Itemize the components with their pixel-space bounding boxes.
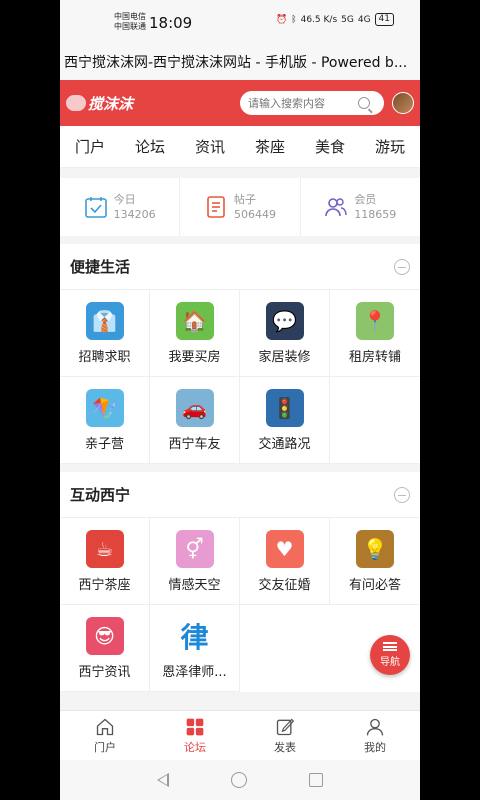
left-letterbox: [0, 0, 60, 800]
grid-item-dating[interactable]: ♥ 交友征婚: [240, 518, 330, 605]
stat-today: 今日 134206: [60, 178, 181, 236]
site-header: 搅沫沫: [60, 80, 420, 126]
stat-members: 会员 118659: [301, 178, 420, 236]
back-icon[interactable]: [157, 773, 169, 787]
car-icon: 🚗: [175, 388, 214, 427]
tabbar-mine[interactable]: 我的: [330, 711, 420, 760]
section-header: 便捷生活: [60, 244, 420, 290]
page-title: 西宁搅沫沫网-西宁搅沫沫网站 - 手机版 - Powered b...: [60, 40, 420, 80]
tab-news[interactable]: 资讯: [195, 136, 225, 157]
network-speed: 46.5 K/s: [300, 14, 338, 25]
grid-item-rent[interactable]: 📍 租房转铺: [330, 290, 420, 377]
recent-apps-icon[interactable]: [309, 773, 323, 787]
bluetooth-icon: ᛒ: [291, 14, 297, 25]
stats-bar: 今日 134206 帖子 506449 会员 118659: [60, 178, 420, 236]
stat-posts: 帖子 506449: [180, 178, 301, 236]
clock: 18:09: [149, 14, 193, 32]
users-icon: [325, 198, 348, 217]
section-interactive-xining: 互动西宁 ☕ 西宁茶座 ⚥ 情感天空 ♥ 交友征婚 💡 有问必答 😎 西宁资讯 …: [60, 472, 420, 692]
grid-item-emotion[interactable]: ⚥ 情感天空: [150, 518, 240, 605]
status-bar: 中国电信 中国联通 18:09 ⏰ ᛒ 46.5 K/s 5G 4G 41: [60, 0, 420, 40]
tabbar-post[interactable]: 发表: [240, 711, 330, 760]
home-button-icon[interactable]: [231, 772, 247, 788]
grid-empty-cell: [330, 377, 420, 464]
signal-icon: 5G: [341, 14, 354, 25]
phone-screen: 中国电信 中国联通 18:09 ⏰ ᛒ 46.5 K/s 5G 4G 41 西宁…: [60, 0, 420, 800]
grid-item-parenting[interactable]: 🪁 亲子营: [60, 377, 150, 464]
house-icon: 🏠: [175, 301, 214, 340]
gender-icon: ⚥: [175, 529, 214, 568]
floating-nav-button[interactable]: 导航: [370, 635, 410, 675]
collapse-icon[interactable]: [394, 258, 410, 275]
section-title: 互动西宁: [70, 486, 131, 504]
grid-item-teahouse[interactable]: ☕ 西宁茶座: [60, 518, 150, 605]
grid-item-car[interactable]: 🚗 西宁车友: [150, 377, 240, 464]
tabbar-portal[interactable]: 门户: [60, 711, 150, 760]
grid-item-jobs[interactable]: 👔 招聘求职: [60, 290, 150, 377]
tab-forum[interactable]: 论坛: [135, 136, 165, 157]
tabbar-forum[interactable]: 论坛: [150, 711, 240, 760]
grid-item-buy-house[interactable]: 🏠 我要买房: [150, 290, 240, 377]
bottom-tabbar: 门户 论坛 发表 我的: [60, 710, 420, 760]
alarm-icon: ⏰: [275, 14, 288, 25]
status-icons: ⏰ ᛒ 46.5 K/s 5G 4G 41: [276, 13, 394, 26]
search-box[interactable]: [240, 91, 384, 115]
tab-portal[interactable]: 门户: [75, 136, 105, 157]
battery-icon: 41: [374, 13, 394, 26]
grid-icon: [186, 718, 204, 735]
menu-icon: [383, 642, 397, 651]
signal-icon: 4G: [357, 14, 371, 25]
document-icon: [207, 196, 225, 218]
traffic-light-icon: 🚦: [265, 388, 304, 427]
grid-item-news[interactable]: 😎 西宁资讯: [60, 605, 150, 692]
edit-icon: [276, 718, 295, 735]
logo-mark-icon: [66, 95, 86, 111]
section-title: 便捷生活: [70, 258, 131, 276]
avatar[interactable]: [392, 92, 414, 114]
site-logo[interactable]: 搅沫沫: [66, 93, 136, 114]
lightbulb-icon: 💡: [356, 529, 394, 568]
map-pin-icon: 📍: [356, 301, 394, 340]
home-icon: [96, 718, 114, 735]
nav-tabs: 门户 论坛 资讯 茶座 美食 游玩: [60, 126, 420, 168]
job-icon: 👔: [85, 301, 124, 340]
person-glasses-icon: 😎: [85, 616, 124, 655]
heart-chat-icon: ♥: [265, 529, 304, 568]
search-input[interactable]: [248, 96, 358, 110]
section-grid: 👔 招聘求职 🏠 我要买房 💬 家居装修 📍 租房转铺 🪁 亲子营 🚗 西宁车友…: [60, 290, 420, 464]
collapse-icon[interactable]: [394, 486, 410, 503]
tab-travel[interactable]: 游玩: [375, 136, 405, 157]
tea-cup-icon: ☕: [85, 529, 124, 568]
system-nav-bar: [60, 760, 420, 800]
user-icon: [366, 718, 384, 735]
tab-food[interactable]: 美食: [315, 136, 345, 157]
kite-icon: 🪁: [85, 388, 124, 427]
search-icon[interactable]: [358, 97, 370, 109]
section-header: 互动西宁: [60, 472, 420, 518]
section-grid: ☕ 西宁茶座 ⚥ 情感天空 ♥ 交友征婚 💡 有问必答 😎 西宁资讯 律 恩泽律: [60, 518, 420, 692]
calendar-icon: [84, 197, 107, 218]
tab-teahouse[interactable]: 茶座: [255, 136, 285, 157]
chat-icon: 💬: [265, 301, 304, 340]
section-convenient-life: 便捷生活 👔 招聘求职 🏠 我要买房 💬 家居装修 📍 租房转铺 🪁 亲子营 🚗…: [60, 244, 420, 464]
grid-item-traffic[interactable]: 🚦 交通路况: [240, 377, 330, 464]
law-icon: 律: [175, 616, 214, 655]
right-letterbox: [420, 0, 480, 800]
grid-item-lawyer[interactable]: 律 恩泽律师...: [150, 605, 240, 692]
carrier-info: 中国电信 中国联通: [114, 12, 146, 31]
grid-item-home-decor[interactable]: 💬 家居装修: [240, 290, 330, 377]
grid-item-qa[interactable]: 💡 有问必答: [330, 518, 420, 605]
